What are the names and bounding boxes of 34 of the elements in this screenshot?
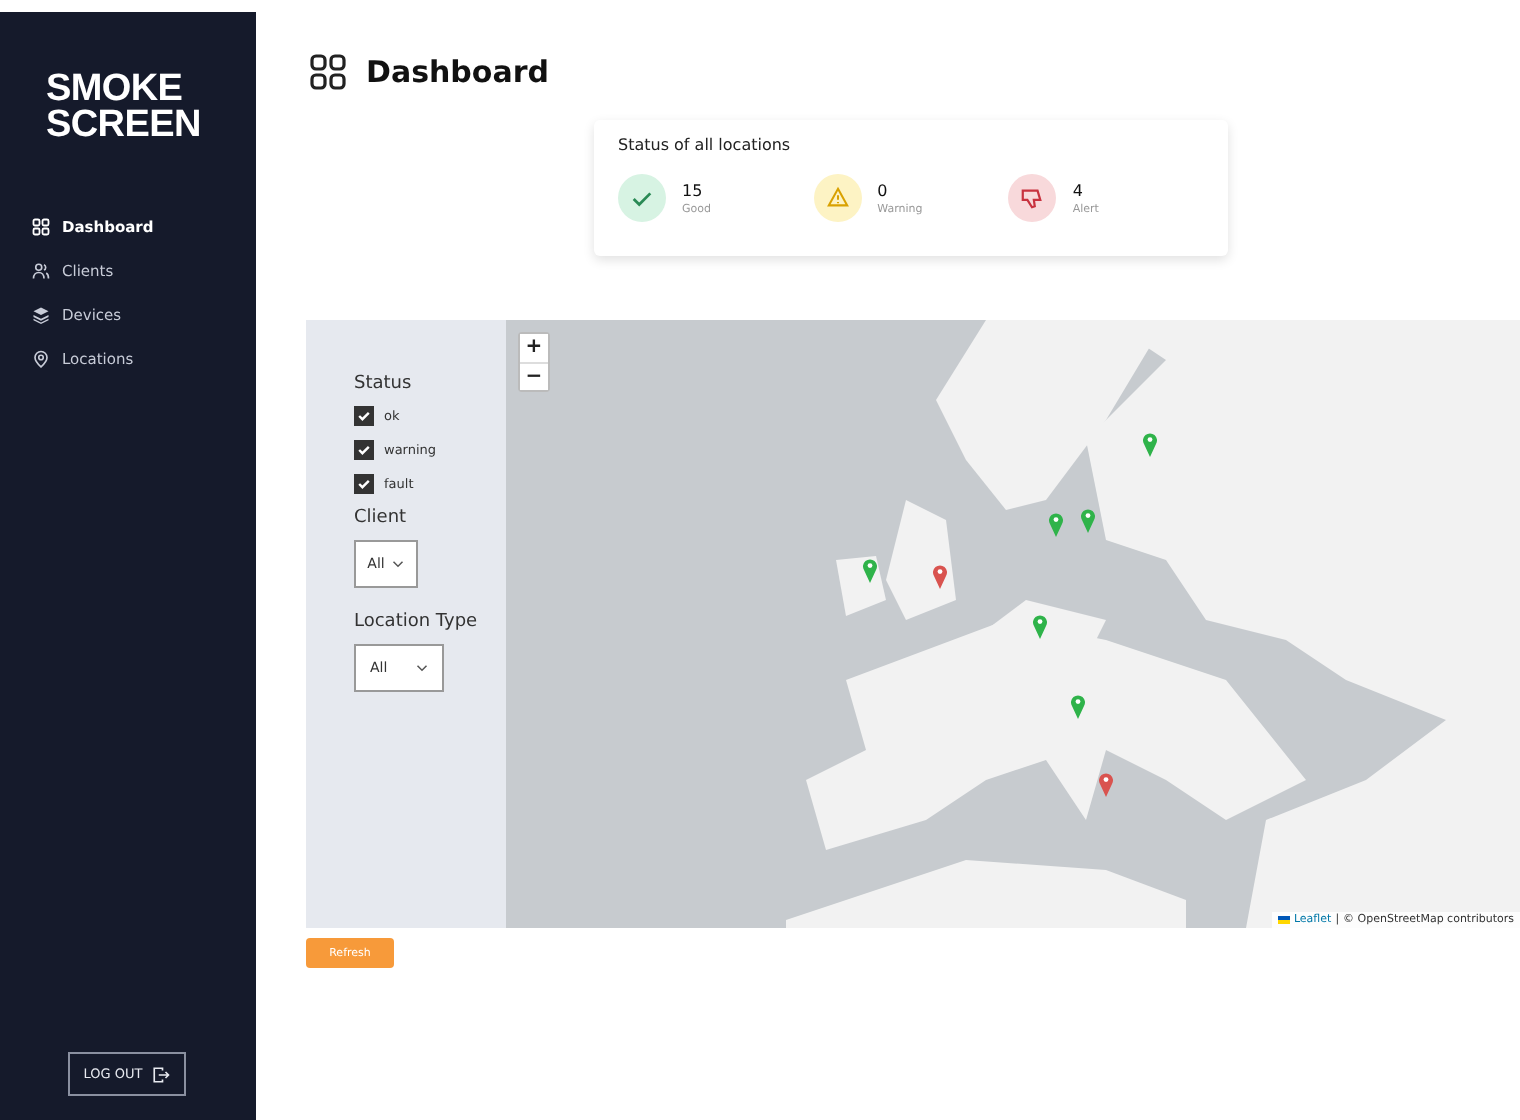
chevron-down-icon	[392, 560, 405, 568]
map-pin-icon[interactable]	[1032, 614, 1048, 640]
layers-icon	[32, 305, 50, 323]
filter-title: Location Type	[354, 612, 480, 632]
checkbox[interactable]	[354, 474, 374, 494]
grid-icon	[32, 217, 50, 235]
map-pin-icon[interactable]	[1080, 508, 1096, 534]
map-pin-icon[interactable]	[1142, 432, 1158, 458]
map-pin-icon[interactable]	[932, 564, 948, 590]
users-icon	[32, 261, 50, 279]
map-pin-icon[interactable]	[1070, 694, 1086, 720]
page-title: Dashboard	[366, 54, 549, 90]
zoom-out-button[interactable]: −	[520, 362, 548, 390]
logout-icon	[152, 1065, 171, 1083]
warning-icon	[813, 174, 862, 222]
chevron-down-icon	[416, 664, 428, 672]
flag-icon	[1277, 916, 1290, 924]
checkbox[interactable]	[354, 440, 374, 460]
checkbox[interactable]	[354, 406, 374, 426]
card-title: Status of all locations	[618, 136, 793, 154]
map-pin-icon[interactable]	[1048, 512, 1064, 538]
filter-title: Client	[354, 508, 409, 528]
stat-count: 0	[877, 181, 890, 199]
logo-text: SMOKE	[46, 72, 183, 108]
logo-text: SCREEN	[46, 108, 203, 144]
map-pin-icon[interactable]	[1098, 772, 1114, 798]
stat-count: 4	[1072, 181, 1085, 199]
filter-title: Status	[354, 374, 414, 394]
location-pin-icon	[32, 349, 50, 367]
grid-icon	[310, 54, 346, 90]
stat-count: 15	[682, 181, 705, 199]
map-pin-icon[interactable]	[862, 558, 878, 584]
thumbs-down-icon	[1008, 174, 1057, 222]
check-icon	[618, 174, 666, 222]
